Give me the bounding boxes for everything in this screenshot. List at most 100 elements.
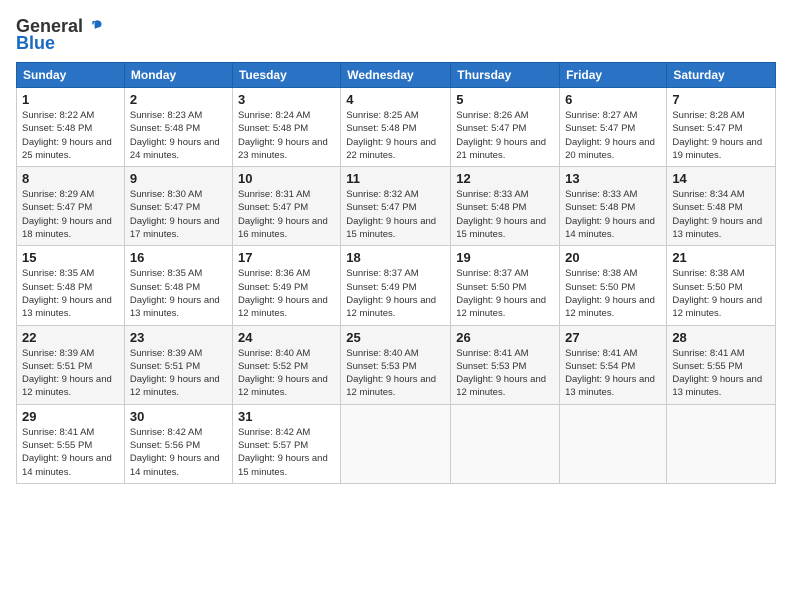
day-info: Sunrise: 8:28 AMSunset: 5:47 PMDaylight:… — [672, 110, 762, 161]
logo: General Blue — [16, 16, 105, 54]
calendar-cell — [341, 404, 451, 483]
day-number: 26 — [456, 330, 554, 345]
day-info: Sunrise: 8:38 AMSunset: 5:50 PMDaylight:… — [672, 268, 762, 319]
day-info: Sunrise: 8:32 AMSunset: 5:47 PMDaylight:… — [346, 189, 436, 240]
day-info: Sunrise: 8:35 AMSunset: 5:48 PMDaylight:… — [130, 268, 220, 319]
day-number: 19 — [456, 250, 554, 265]
day-number: 14 — [672, 171, 770, 186]
day-info: Sunrise: 8:42 AMSunset: 5:56 PMDaylight:… — [130, 427, 220, 478]
day-number: 3 — [238, 92, 335, 107]
weekday-header-saturday: Saturday — [667, 63, 776, 88]
calendar-header-row: SundayMondayTuesdayWednesdayThursdayFrid… — [17, 63, 776, 88]
calendar-cell: 22Sunrise: 8:39 AMSunset: 5:51 PMDayligh… — [17, 325, 125, 404]
day-info: Sunrise: 8:31 AMSunset: 5:47 PMDaylight:… — [238, 189, 328, 240]
calendar-cell: 31 Sunrise: 8:42 AMSunset: 5:57 PMDayligh… — [232, 404, 340, 483]
calendar-cell: 7 Sunrise: 8:28 AMSunset: 5:47 PMDaylight… — [667, 88, 776, 167]
day-info: Sunrise: 8:29 AMSunset: 5:47 PMDaylight:… — [22, 189, 112, 240]
day-number: 17 — [238, 250, 335, 265]
day-number: 13 — [565, 171, 661, 186]
day-info: Sunrise: 8:27 AMSunset: 5:47 PMDaylight:… — [565, 110, 655, 161]
day-info: Sunrise: 8:41 AMSunset: 5:54 PMDaylight:… — [565, 348, 655, 399]
day-info: Sunrise: 8:40 AMSunset: 5:52 PMDaylight:… — [238, 348, 328, 399]
weekday-header-tuesday: Tuesday — [232, 63, 340, 88]
calendar-cell: 27Sunrise: 8:41 AMSunset: 5:54 PMDayligh… — [560, 325, 667, 404]
calendar-cell: 3 Sunrise: 8:24 AMSunset: 5:48 PMDaylight… — [232, 88, 340, 167]
day-info: Sunrise: 8:33 AMSunset: 5:48 PMDaylight:… — [565, 189, 655, 240]
page: General Blue SundayMondayTuesdayWednesda… — [0, 0, 792, 612]
day-number: 28 — [672, 330, 770, 345]
day-info: Sunrise: 8:22 AMSunset: 5:48 PMDaylight:… — [22, 110, 112, 161]
calendar-cell: 19Sunrise: 8:37 AMSunset: 5:50 PMDayligh… — [451, 246, 560, 325]
day-info: Sunrise: 8:30 AMSunset: 5:47 PMDaylight:… — [130, 189, 220, 240]
calendar-cell — [667, 404, 776, 483]
calendar-cell: 5 Sunrise: 8:26 AMSunset: 5:47 PMDaylight… — [451, 88, 560, 167]
weekday-header-friday: Friday — [560, 63, 667, 88]
calendar-cell: 18Sunrise: 8:37 AMSunset: 5:49 PMDayligh… — [341, 246, 451, 325]
calendar-table: SundayMondayTuesdayWednesdayThursdayFrid… — [16, 62, 776, 484]
day-info: Sunrise: 8:36 AMSunset: 5:49 PMDaylight:… — [238, 268, 328, 319]
day-number: 7 — [672, 92, 770, 107]
day-info: Sunrise: 8:24 AMSunset: 5:48 PMDaylight:… — [238, 110, 328, 161]
calendar-cell: 13 Sunrise: 8:33 AMSunset: 5:48 PMDayligh… — [560, 167, 667, 246]
calendar-cell: 11 Sunrise: 8:32 AMSunset: 5:47 PMDayligh… — [341, 167, 451, 246]
logo-bird-icon — [85, 17, 105, 37]
day-info: Sunrise: 8:41 AMSunset: 5:55 PMDaylight:… — [672, 348, 762, 399]
calendar-week-row: 29 Sunrise: 8:41 AMSunset: 5:55 PMDayligh… — [17, 404, 776, 483]
day-number: 25 — [346, 330, 445, 345]
calendar-cell: 26 Sunrise: 8:41 AMSunset: 5:53 PMDayligh… — [451, 325, 560, 404]
day-number: 21 — [672, 250, 770, 265]
day-number: 1 — [22, 92, 119, 107]
day-number: 6 — [565, 92, 661, 107]
calendar-week-row: 1 Sunrise: 8:22 AMSunset: 5:48 PMDaylight… — [17, 88, 776, 167]
day-number: 11 — [346, 171, 445, 186]
calendar-cell: 17 Sunrise: 8:36 AMSunset: 5:49 PMDayligh… — [232, 246, 340, 325]
calendar-cell: 1 Sunrise: 8:22 AMSunset: 5:48 PMDaylight… — [17, 88, 125, 167]
calendar-cell: 30 Sunrise: 8:42 AMSunset: 5:56 PMDayligh… — [124, 404, 232, 483]
day-number: 9 — [130, 171, 227, 186]
calendar-cell — [451, 404, 560, 483]
calendar-cell: 25 Sunrise: 8:40 AMSunset: 5:53 PMDayligh… — [341, 325, 451, 404]
day-number: 20 — [565, 250, 661, 265]
day-number: 23 — [130, 330, 227, 345]
day-number: 31 — [238, 409, 335, 424]
header: General Blue — [16, 12, 776, 54]
weekday-header-sunday: Sunday — [17, 63, 125, 88]
calendar-cell: 29 Sunrise: 8:41 AMSunset: 5:55 PMDayligh… — [17, 404, 125, 483]
day-info: Sunrise: 8:25 AMSunset: 5:48 PMDaylight:… — [346, 110, 436, 161]
day-info: Sunrise: 8:26 AMSunset: 5:47 PMDaylight:… — [456, 110, 546, 161]
calendar-cell: 20Sunrise: 8:38 AMSunset: 5:50 PMDayligh… — [560, 246, 667, 325]
calendar-cell: 9 Sunrise: 8:30 AMSunset: 5:47 PMDaylight… — [124, 167, 232, 246]
calendar-cell — [560, 404, 667, 483]
calendar-cell: 4Sunrise: 8:25 AMSunset: 5:48 PMDaylight… — [341, 88, 451, 167]
calendar-cell: 16Sunrise: 8:35 AMSunset: 5:48 PMDayligh… — [124, 246, 232, 325]
day-info: Sunrise: 8:41 AMSunset: 5:53 PMDaylight:… — [456, 348, 546, 399]
calendar-cell: 15Sunrise: 8:35 AMSunset: 5:48 PMDayligh… — [17, 246, 125, 325]
day-number: 2 — [130, 92, 227, 107]
calendar-cell: 24Sunrise: 8:40 AMSunset: 5:52 PMDayligh… — [232, 325, 340, 404]
day-info: Sunrise: 8:34 AMSunset: 5:48 PMDaylight:… — [672, 189, 762, 240]
weekday-header-thursday: Thursday — [451, 63, 560, 88]
calendar-cell: 2 Sunrise: 8:23 AMSunset: 5:48 PMDaylight… — [124, 88, 232, 167]
calendar-cell: 6 Sunrise: 8:27 AMSunset: 5:47 PMDaylight… — [560, 88, 667, 167]
calendar-cell: 21 Sunrise: 8:38 AMSunset: 5:50 PMDayligh… — [667, 246, 776, 325]
weekday-header-wednesday: Wednesday — [341, 63, 451, 88]
calendar-cell: 12Sunrise: 8:33 AMSunset: 5:48 PMDayligh… — [451, 167, 560, 246]
day-number: 30 — [130, 409, 227, 424]
calendar-week-row: 15Sunrise: 8:35 AMSunset: 5:48 PMDayligh… — [17, 246, 776, 325]
day-number: 5 — [456, 92, 554, 107]
calendar-cell: 28 Sunrise: 8:41 AMSunset: 5:55 PMDayligh… — [667, 325, 776, 404]
calendar-cell: 10 Sunrise: 8:31 AMSunset: 5:47 PMDayligh… — [232, 167, 340, 246]
day-info: Sunrise: 8:23 AMSunset: 5:48 PMDaylight:… — [130, 110, 220, 161]
day-number: 12 — [456, 171, 554, 186]
day-info: Sunrise: 8:40 AMSunset: 5:53 PMDaylight:… — [346, 348, 436, 399]
day-number: 22 — [22, 330, 119, 345]
calendar-week-row: 22Sunrise: 8:39 AMSunset: 5:51 PMDayligh… — [17, 325, 776, 404]
day-number: 10 — [238, 171, 335, 186]
weekday-header-monday: Monday — [124, 63, 232, 88]
day-number: 29 — [22, 409, 119, 424]
day-info: Sunrise: 8:42 AMSunset: 5:57 PMDaylight:… — [238, 427, 328, 478]
day-info: Sunrise: 8:41 AMSunset: 5:55 PMDaylight:… — [22, 427, 112, 478]
calendar-cell: 14 Sunrise: 8:34 AMSunset: 5:48 PMDayligh… — [667, 167, 776, 246]
calendar-cell: 23Sunrise: 8:39 AMSunset: 5:51 PMDayligh… — [124, 325, 232, 404]
day-number: 18 — [346, 250, 445, 265]
